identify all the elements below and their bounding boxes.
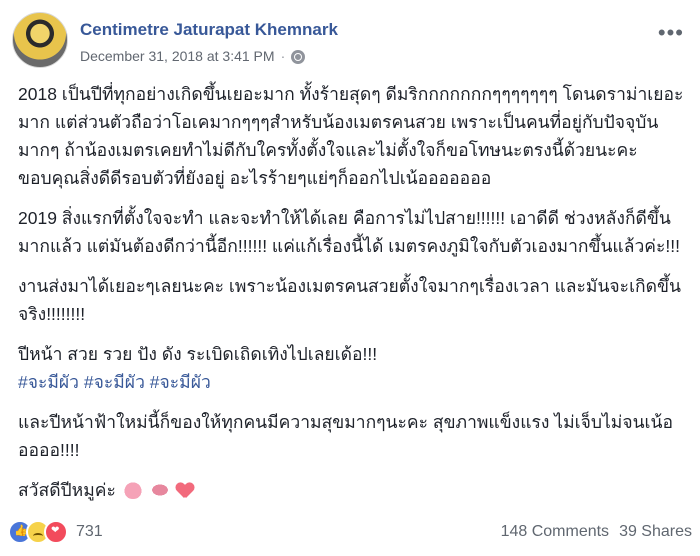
post-paragraph: และปีหน้าฟ้าใหม่นี้ก็ของให้ทุกคนมีความสุ… <box>18 412 673 460</box>
heart-icon <box>44 520 68 544</box>
reaction-count[interactable]: 731 <box>76 523 103 541</box>
comments-count[interactable]: 148 Comments <box>501 523 610 541</box>
pig-face-emoji <box>122 481 143 499</box>
hashtag-link[interactable]: #จะมีผัว <box>150 372 211 392</box>
ellipsis-icon[interactable]: ••• <box>658 22 684 44</box>
post-body: 2018 เป็นปีที่ทุกอย่างเกิดขึ้นเยอะมาก ทั… <box>18 80 690 516</box>
shares-count[interactable]: 39 Shares <box>619 523 692 541</box>
author-name[interactable]: Centimetre Jaturapat Khemnark <box>80 20 338 40</box>
globe-icon[interactable] <box>291 50 306 64</box>
post-footer: 731 148 Comments 39 Shares <box>8 518 692 546</box>
pig-nose-emoji <box>149 483 170 497</box>
heart-emoji <box>176 483 194 499</box>
facebook-post: Centimetre Jaturapat Khemnark December 3… <box>0 0 700 556</box>
reactions-summary[interactable]: 731 <box>8 520 103 544</box>
post-paragraph: 2018 เป็นปีที่ทุกอย่างเกิดขึ้นเยอะมาก ทั… <box>18 84 684 188</box>
avatar[interactable] <box>12 12 68 68</box>
post-timestamp[interactable]: December 31, 2018 at 3:41 PM <box>80 48 275 64</box>
hashtag-link[interactable]: #จะมีผัว <box>84 372 145 392</box>
closing-text: สวัสดีปีหมูค่ะ <box>18 480 116 500</box>
post-header: Centimetre Jaturapat Khemnark December 3… <box>8 8 692 68</box>
post-meta: December 31, 2018 at 3:41 PM · <box>80 48 306 64</box>
post-stats: 148 Comments 39 Shares <box>501 523 692 541</box>
post-paragraph: ปีหน้า สวย รวย ปัง ดัง ระเบิดเถิดเทิงไปเ… <box>18 344 378 364</box>
post-paragraph: 2019 สิ่งแรกที่ตั้งใจจะทำ และจะทำให้ได้เ… <box>18 208 680 256</box>
hashtag-line: #จะมีผัว #จะมีผัว #จะมีผัว <box>18 368 690 396</box>
hashtag-link[interactable]: #จะมีผัว <box>18 372 79 392</box>
closing-line: สวัสดีปีหมูค่ะ <box>18 476 690 504</box>
post-paragraph: งานส่งมาได้เยอะๆเลยนะคะ เพราะน้องเมตรคนส… <box>18 276 681 324</box>
meta-separator: · <box>280 48 286 64</box>
